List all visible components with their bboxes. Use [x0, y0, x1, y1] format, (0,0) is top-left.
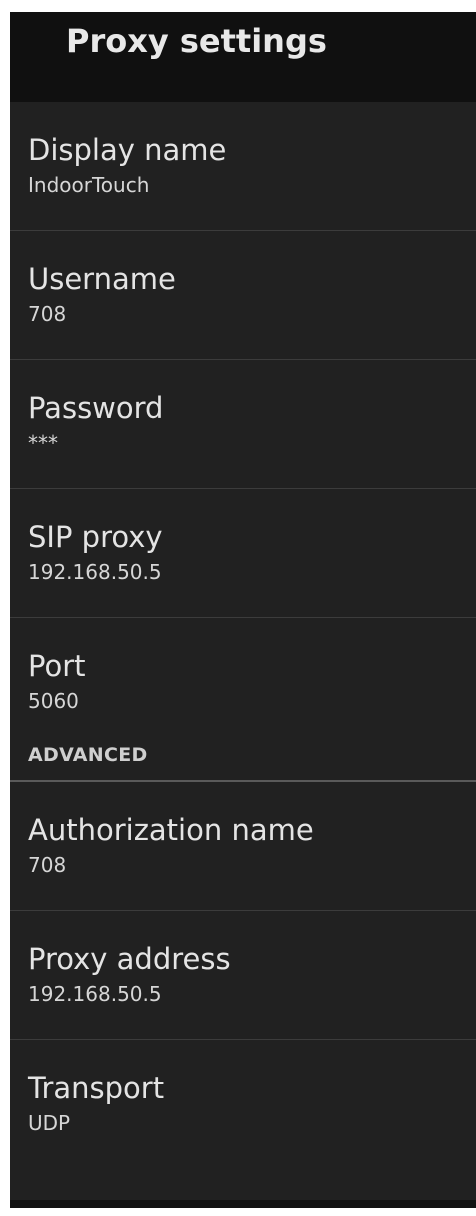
pref-title: SIP proxy [28, 520, 163, 554]
pref-summary: 708 [28, 853, 67, 877]
preference-list: Display name IndoorTouch Username 708 Pa… [10, 102, 476, 1160]
page-title: Proxy settings [66, 22, 327, 60]
bottom-edge [10, 1200, 476, 1208]
pref-summary: *** [28, 431, 58, 455]
category-header-advanced: ADVANCED [10, 738, 476, 782]
category-label: ADVANCED [28, 744, 148, 766]
pref-sip-proxy[interactable]: SIP proxy 192.168.50.5 [10, 489, 476, 618]
pref-password[interactable]: Password *** [10, 360, 476, 489]
pref-display-name[interactable]: Display name IndoorTouch [10, 102, 476, 231]
settings-screen: Proxy settings Display name IndoorTouch … [10, 12, 476, 1208]
pref-title: Password [28, 391, 164, 425]
pref-title: Authorization name [28, 813, 314, 847]
pref-title: Port [28, 649, 86, 683]
pref-summary: UDP [28, 1111, 71, 1135]
pref-summary: IndoorTouch [28, 173, 150, 197]
pref-username[interactable]: Username 708 [10, 231, 476, 360]
pref-proxy-address[interactable]: Proxy address 192.168.50.5 [10, 911, 476, 1040]
pref-title: Proxy address [28, 942, 231, 976]
pref-summary: 192.168.50.5 [28, 560, 162, 584]
pref-title: Display name [28, 133, 227, 167]
pref-summary: 192.168.50.5 [28, 982, 162, 1006]
pref-transport[interactable]: Transport UDP [10, 1040, 476, 1160]
pref-authorization-name[interactable]: Authorization name 708 [10, 782, 476, 911]
pref-title: Username [28, 262, 176, 296]
pref-summary: 5060 [28, 689, 79, 713]
pref-port[interactable]: Port 5060 [10, 618, 476, 738]
pref-summary: 708 [28, 302, 67, 326]
pref-title: Transport [28, 1071, 165, 1105]
action-bar: Proxy settings [10, 12, 476, 102]
